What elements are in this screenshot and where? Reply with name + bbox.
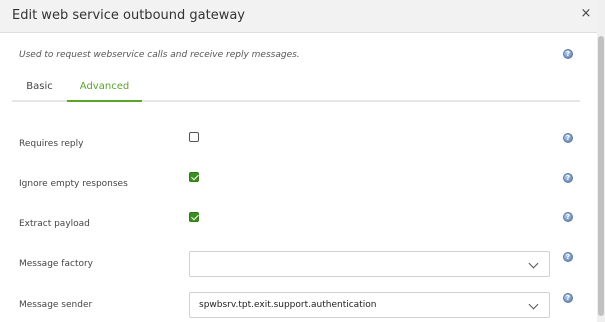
help-icon[interactable]: ? bbox=[563, 173, 573, 183]
tab-bar: Basic Advanced bbox=[12, 76, 580, 102]
dialog-header: Edit web service outbound gateway × bbox=[0, 0, 597, 33]
chevron-down-icon bbox=[528, 258, 539, 269]
help-icon[interactable]: ? bbox=[563, 133, 573, 143]
message-factory-label: Message factory bbox=[19, 259, 93, 269]
scrollbar-thumb[interactable] bbox=[598, 36, 604, 316]
help-icon[interactable]: ? bbox=[563, 212, 573, 222]
close-icon[interactable]: × bbox=[578, 5, 594, 23]
tab-basic[interactable]: Basic bbox=[12, 76, 67, 102]
vertical-scrollbar[interactable] bbox=[597, 0, 605, 322]
tab-advanced[interactable]: Advanced bbox=[67, 76, 142, 102]
chevron-down-icon bbox=[528, 299, 539, 310]
message-factory-select[interactable] bbox=[189, 251, 550, 277]
message-sender-value: spwbsrv.tpt.exit.support.authentication bbox=[199, 300, 377, 310]
ignore-empty-responses-checkbox[interactable] bbox=[189, 172, 199, 182]
help-icon[interactable]: ? bbox=[563, 49, 573, 59]
gateway-description: Used to request webservice calls and rec… bbox=[19, 50, 300, 60]
extract-payload-checkbox[interactable] bbox=[189, 212, 199, 222]
message-sender-select[interactable]: spwbsrv.tpt.exit.support.authentication bbox=[189, 292, 550, 318]
requires-reply-checkbox[interactable] bbox=[189, 132, 199, 142]
extract-payload-label: Extract payload bbox=[19, 219, 90, 229]
dialog-title: Edit web service outbound gateway bbox=[12, 8, 245, 23]
message-sender-label: Message sender bbox=[19, 300, 93, 310]
help-icon[interactable]: ? bbox=[563, 252, 573, 262]
ignore-empty-responses-label: Ignore empty responses bbox=[19, 179, 128, 189]
requires-reply-label: Requires reply bbox=[19, 139, 84, 149]
help-icon[interactable]: ? bbox=[563, 293, 573, 303]
